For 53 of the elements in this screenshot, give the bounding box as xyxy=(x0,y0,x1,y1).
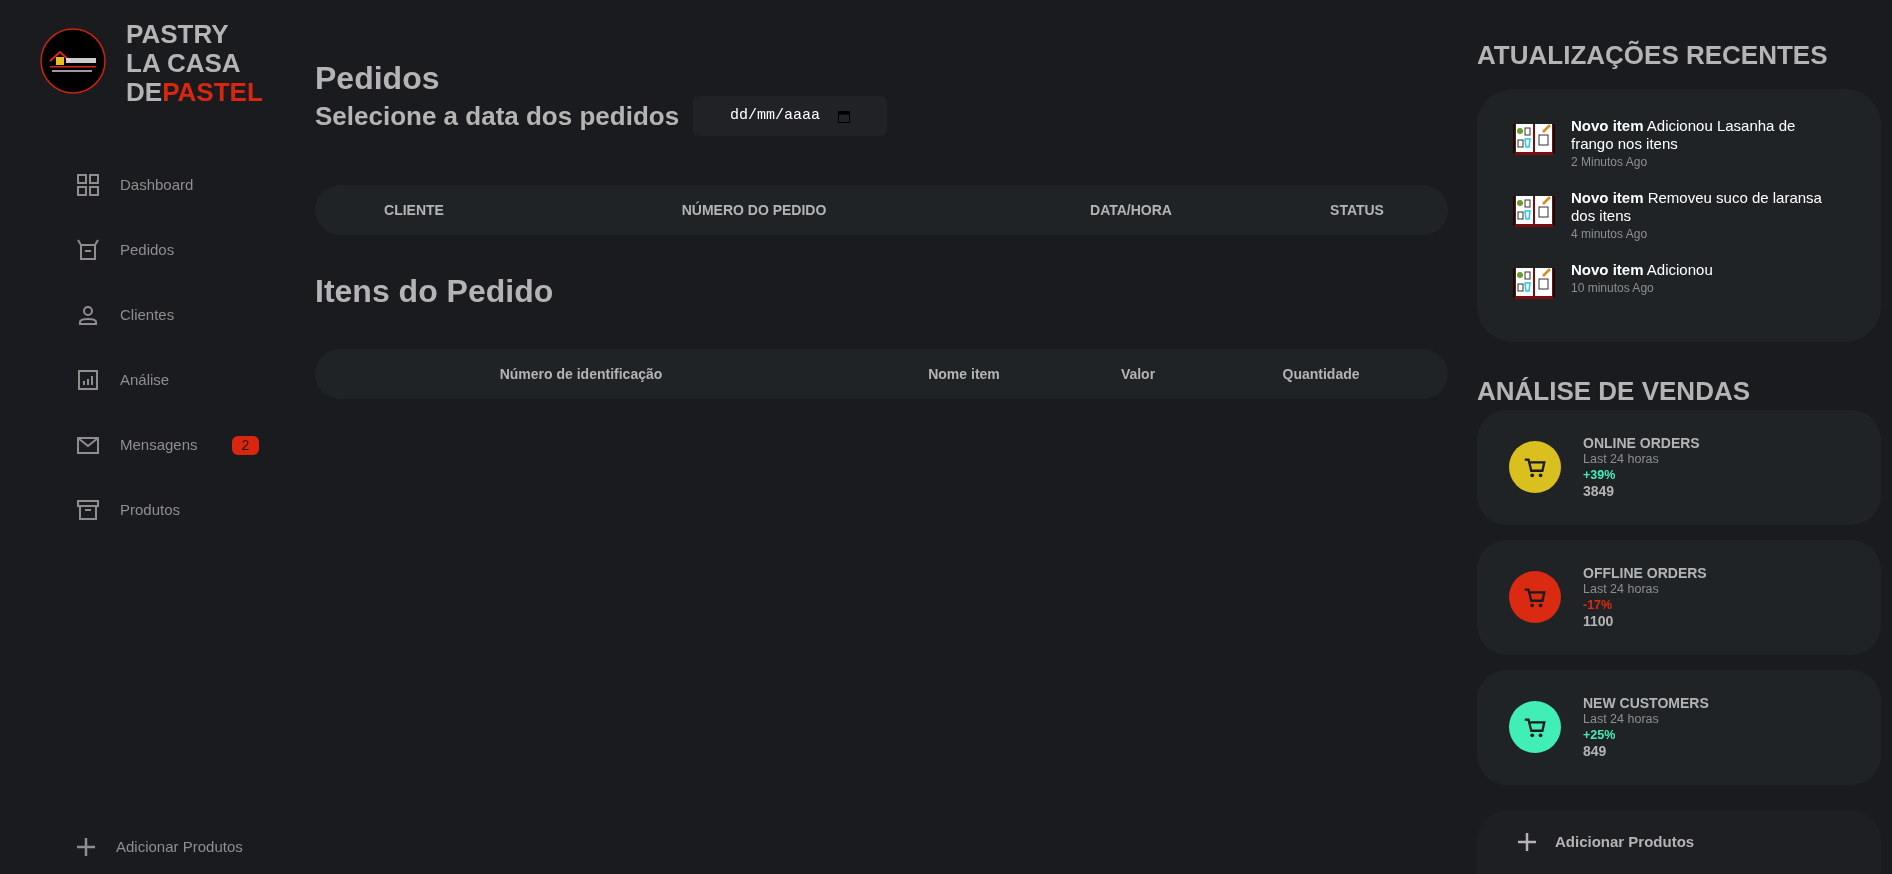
column-header: DATA/HORA xyxy=(1090,200,1172,220)
grid-icon xyxy=(76,173,100,197)
sidebar-item[interactable]: Clientes xyxy=(76,297,175,333)
stat-value: 849 xyxy=(1583,743,1608,760)
stat-period: Last 24 horas xyxy=(1583,581,1660,598)
update-text: Novo item Removeu suco de laransa dos itens xyxy=(1571,189,1823,225)
column-header: Nome item xyxy=(928,364,1000,384)
stat-value: 1100 xyxy=(1583,613,1615,630)
stat-period: Last 24 horas xyxy=(1583,711,1660,728)
book-icon xyxy=(1511,193,1557,229)
stat-title: ONLINE ORDERS xyxy=(1583,435,1700,452)
stat-change: +25% xyxy=(1583,727,1617,744)
stat-change: +39% xyxy=(1583,467,1617,484)
column-header: STATUS xyxy=(1330,200,1384,220)
section-title: ANÁLISE DE VENDAS xyxy=(1477,375,1752,406)
column-header: CLIENTE xyxy=(384,200,444,220)
page-title: Pedidos xyxy=(315,60,441,96)
count-badge: 2 xyxy=(231,435,260,455)
update-text: Novo item Adicionou Lasanha de frango nos itens xyxy=(1571,117,1797,153)
person-icon xyxy=(76,303,100,327)
column-header: NÚMERO DO PEDIDO xyxy=(681,200,827,220)
sidebar-item[interactable]: Pedidos xyxy=(76,232,175,268)
plus-icon xyxy=(76,836,96,857)
add-products-button[interactable]: Adicionar Produtos xyxy=(1517,830,1695,854)
column-header: Valor xyxy=(1120,364,1156,384)
sidebar-item[interactable]: Produtos xyxy=(76,492,181,528)
box-icon xyxy=(76,238,100,262)
stat-value: 3849 xyxy=(1583,483,1616,500)
archive-icon xyxy=(76,498,100,522)
date-label: Selecione a data dos pedidos xyxy=(315,99,680,133)
sidebar-item[interactable]: Análise xyxy=(76,362,170,398)
book-icon xyxy=(1511,265,1557,301)
sidebar-item[interactable]: Mensagens 2 xyxy=(76,427,260,463)
brand-name: PASTRY LA CASA DEPASTEL xyxy=(126,20,263,107)
stat-period: Last 24 horas xyxy=(1583,451,1660,468)
book-icon xyxy=(1511,121,1557,157)
chart-icon xyxy=(76,368,100,392)
section-title: ATUALIZAÇÕES RECENTES xyxy=(1477,39,1829,72)
calendar-icon[interactable] xyxy=(838,109,851,123)
update-time: 2 Minutos Ago xyxy=(1571,154,1649,171)
stat-title: OFFLINE ORDERS xyxy=(1583,565,1707,582)
stat-title: NEW CUSTOMERS xyxy=(1583,695,1709,712)
stat-change: -17% xyxy=(1583,597,1614,614)
update-time: 10 minutos Ago xyxy=(1571,280,1655,297)
sidebar-item[interactable]: Dashboard xyxy=(76,167,194,203)
plus-icon xyxy=(1517,831,1537,852)
section-title: Itens do Pedido xyxy=(315,273,555,309)
column-header: Número de identificação xyxy=(499,364,663,384)
update-text: Novo item Adicionou xyxy=(1571,261,1713,279)
add-products-link[interactable]: Adicionar Produtos xyxy=(76,835,243,858)
date-field[interactable]: dd/mm/aaaa xyxy=(693,96,888,136)
column-header: Quantidade xyxy=(1282,364,1360,384)
update-time: 4 minutos Ago xyxy=(1571,226,1649,243)
